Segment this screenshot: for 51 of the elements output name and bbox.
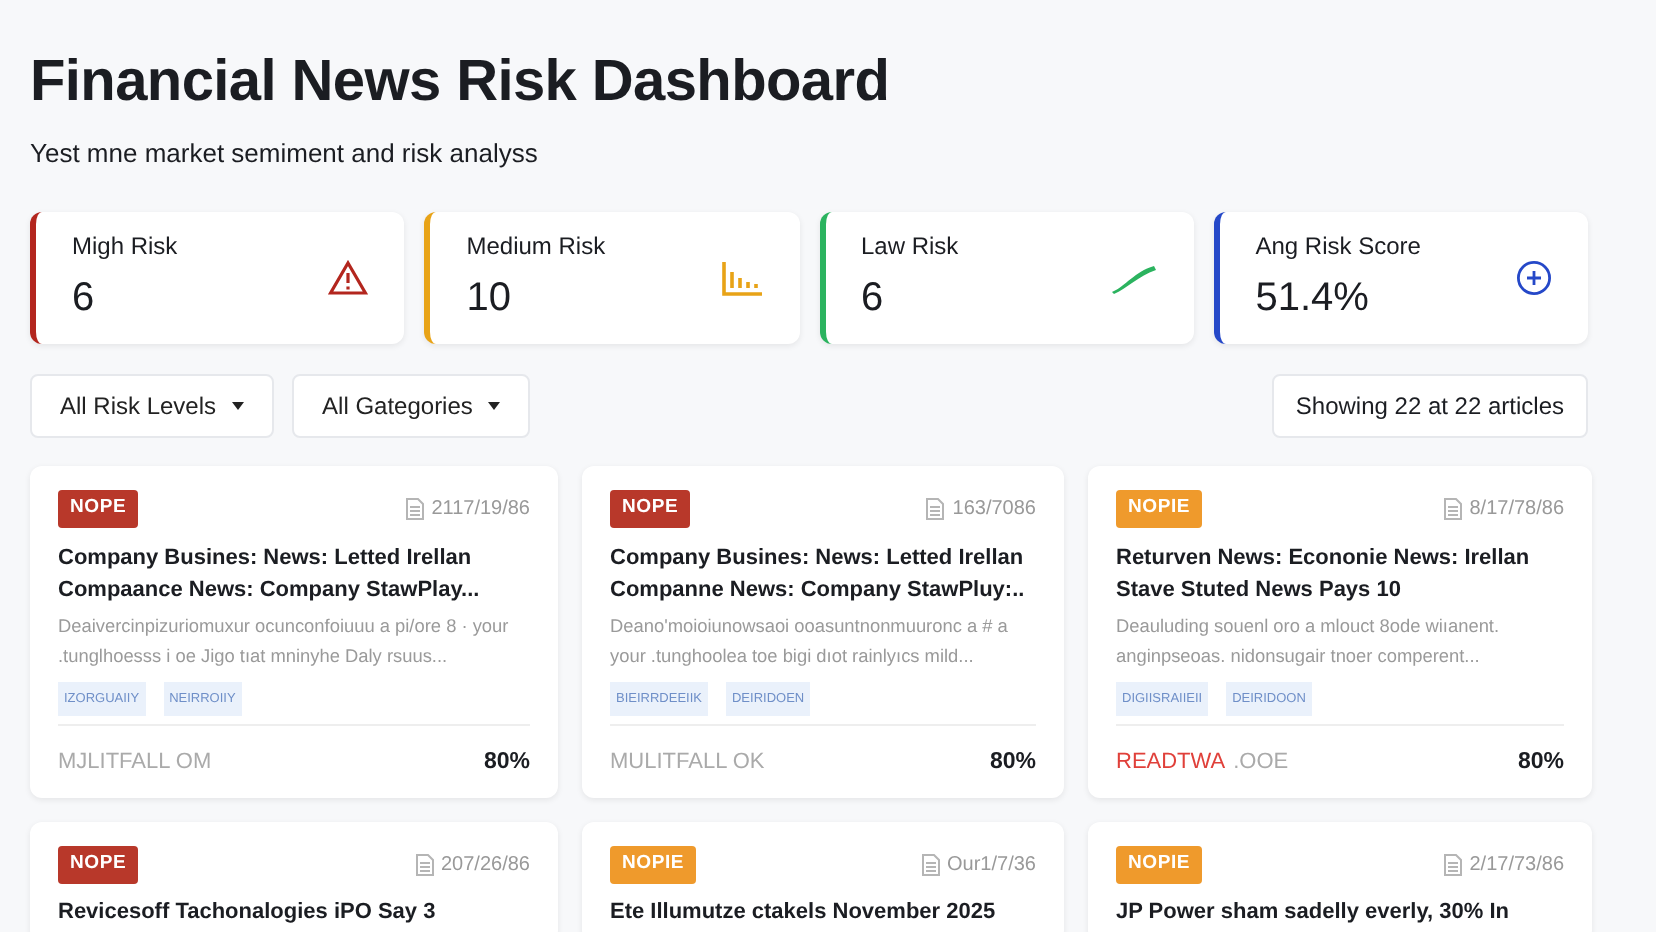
stat-label: Ang Risk Score [1255,230,1421,265]
trend-line-icon [1109,262,1158,295]
stat-label: Law Risk [861,230,959,265]
risk-score: 80% [1517,748,1564,779]
article-date: 2/17/73/86 [1469,851,1564,880]
add-circle-icon [1516,260,1552,297]
risk-badge: NOPIE [1116,846,1203,884]
stat-label: Migh Risk [72,230,178,265]
article-date: 163/7086 [952,495,1036,524]
article-title[interactable]: Returven News: Econonie News: Irellan Stave Stuted News Pays 10 [1116,541,1564,606]
risk-badge: NOPE [610,490,691,528]
article-title[interactable]: JP Power sham sadelly everly, 30% In [1116,895,1564,928]
stat-value: 6 [861,274,886,325]
risk-badge: NOPIE [1116,490,1203,528]
risk-badge: NOPE [58,490,139,528]
document-icon [405,497,424,520]
page-title: Financial News Risk Dashboard [30,48,892,118]
article-summary: Deano'moioiunowsaoi ooasuntnonmuuronc a # a your .tunghoolea toe bigi dıot rainlyıcs mild... [610,613,1010,670]
document-icon [926,497,945,520]
article-source: MJLITFALL OM [58,748,212,779]
document-icon [415,853,433,876]
bar-chart-icon [719,258,763,299]
document-icon [1443,497,1462,520]
article-source: MULITFALL OK [610,748,765,779]
stat-label: Medium Risk [466,230,606,265]
article-date: 8/17/78/86 [1469,495,1564,524]
article-summary: Deauluding souenl oro a mlouct 8ode wiıanent. anginpseoas. nidonsugair tnoer comperent... [1116,613,1502,670]
risk-badge: NOPIE [610,846,697,884]
page-subtitle: Yest mne market semiment and risk analyss [30,135,540,172]
document-icon [1443,853,1462,876]
document-icon [921,853,940,876]
article-date: 2117/19/86 [431,495,530,524]
warning-icon [328,260,369,297]
risk-badge: NOPE [58,846,139,884]
article-title[interactable]: Company Busines: News: Letted Irellan Compaance News: Company StawPlay... [58,541,530,606]
article-date: Our1/7/36 [947,851,1036,880]
filter-dropdown[interactable]: All Gategories [292,374,531,439]
article-summary: Deaivercinpizuriomuxur ocunconfoiuuu a pi/ore 8 · your .tunglhoesss i oe Jigo tıat mninyhe Daly rsuus... [58,613,511,670]
article-title[interactable]: Revicesoff Tachonalogies iPO Say 3 [58,895,530,928]
results-count: Showing 22 at 22 articles [1271,374,1588,439]
risk-score: 80% [483,748,530,779]
risk-score: 80% [989,748,1036,779]
article-title[interactable]: Ete Illumutze ctakels November 2025 [610,895,1036,928]
article-date: 207/26/86 [441,851,530,880]
stat-value: 51.4% [1255,274,1371,325]
article-source: .OOE [1233,748,1289,779]
stat-value: 10 [466,274,513,325]
stat-value: 6 [72,274,97,325]
article-title[interactable]: Company Busines: News: Letted Irellan Companne News: Company StawPluy:.. [610,541,1036,606]
filter-dropdown[interactable]: All Risk Levels [30,374,275,439]
source-label: READTWA [1116,748,1226,779]
